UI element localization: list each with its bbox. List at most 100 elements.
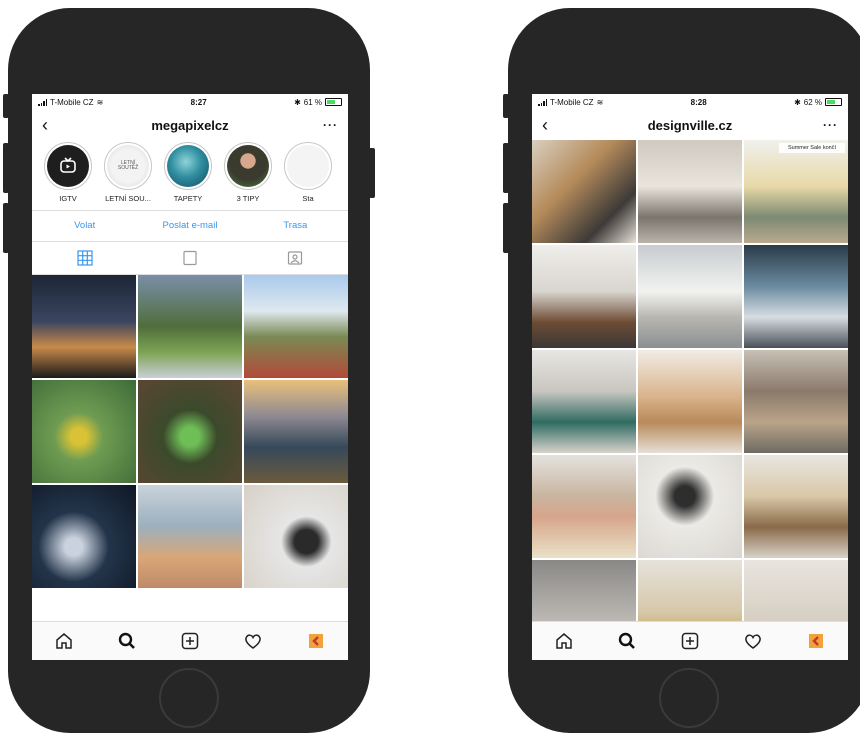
directions-button[interactable]: Trasa (243, 211, 348, 241)
bluetooth-icon: ✱ (794, 97, 801, 107)
carrier-signal: T-Mobile CZ ≋ (538, 98, 603, 107)
grid-photo[interactable] (532, 455, 636, 558)
tab-feed[interactable] (137, 242, 242, 274)
back-icon[interactable]: ‹ (42, 115, 62, 136)
screen-right: T-Mobile CZ ≋ 8:28 ✱ 62 % ‹ designville.… (532, 94, 848, 660)
phone-right: T-Mobile CZ ≋ 8:28 ✱ 62 % ‹ designville.… (503, 8, 860, 733)
wifi-icon: ≋ (96, 97, 104, 107)
grid-photo[interactable] (244, 485, 348, 588)
grid-photo[interactable] (532, 140, 636, 243)
highlight-cover: LETNÍ SOUTĚŽ (107, 145, 149, 187)
profile-avatar[interactable] (304, 629, 328, 653)
screen-left: T-Mobile CZ ≋ 8:27 ✱ 61 % ‹ megapixelcz … (32, 94, 348, 660)
profile-header: ‹ megapixelcz ··· (32, 110, 348, 140)
highlight-label: IGTV (59, 194, 77, 203)
signal-icon (38, 98, 47, 106)
grid-photo[interactable] (244, 380, 348, 483)
call-button[interactable]: Volat (32, 211, 137, 241)
highlight-partial[interactable]: Sta (282, 142, 334, 210)
grid-photo[interactable] (138, 275, 242, 378)
battery-group: ✱ 61 % (294, 98, 342, 107)
battery-group: ✱ 62 % (794, 98, 842, 107)
grid-photo[interactable] (32, 485, 136, 588)
bottom-nav (32, 621, 348, 660)
profile-avatar[interactable] (804, 629, 828, 653)
grid-photo[interactable] (138, 485, 242, 588)
grid-photo[interactable] (244, 275, 348, 378)
search-icon[interactable] (615, 629, 639, 653)
highlight-3-tipy[interactable]: 3 TIPY (222, 142, 274, 210)
highlight-tapety[interactable]: TAPETY (162, 142, 214, 210)
phone-left: T-Mobile CZ ≋ 8:27 ✱ 61 % ‹ megapixelcz … (3, 8, 375, 733)
search-icon[interactable] (115, 629, 139, 653)
status-bar: T-Mobile CZ ≋ 8:28 ✱ 62 % (532, 94, 848, 110)
highlight-cover (167, 145, 209, 187)
tagged-icon (288, 251, 303, 265)
home-icon[interactable] (552, 629, 576, 653)
igtv-icon (47, 145, 89, 187)
grid-photo[interactable] (744, 245, 848, 348)
battery-percent: 61 % (303, 97, 322, 107)
home-button[interactable] (659, 668, 719, 728)
email-button[interactable]: Poslat e-mail (137, 211, 242, 241)
back-icon[interactable]: ‹ (542, 115, 562, 136)
volume-up-button (503, 143, 509, 193)
grid-photo[interactable] (638, 140, 742, 243)
mute-switch (3, 94, 9, 118)
grid-photo[interactable] (638, 245, 742, 348)
mute-switch (503, 94, 509, 118)
status-time: 8:28 (690, 97, 707, 107)
carrier-name: T-Mobile CZ (50, 97, 94, 107)
battery-percent: 62 % (803, 97, 822, 107)
carrier-name: T-Mobile CZ (550, 97, 594, 107)
highlight-ring (44, 142, 92, 190)
grid-photo[interactable]: Summer Sale končí (744, 140, 848, 243)
grid-photo[interactable] (532, 350, 636, 453)
bottom-nav (532, 621, 848, 660)
volume-up-button (3, 143, 9, 193)
highlight-label: LETNÍ SOU... (105, 194, 151, 203)
profile-username: designville.cz (647, 117, 733, 133)
highlight-igtv[interactable]: IGTV (42, 142, 94, 210)
highlight-ring (224, 142, 272, 190)
volume-down-button (3, 203, 9, 253)
feed-icon (183, 250, 197, 266)
add-post-icon[interactable] (178, 629, 202, 653)
heart-icon[interactable] (241, 629, 265, 653)
grid-photo[interactable] (32, 380, 136, 483)
grid-photo[interactable] (744, 350, 848, 453)
bluetooth-icon: ✱ (294, 97, 301, 107)
volume-down-button (503, 203, 509, 253)
story-highlights: IGTV LETNÍ SOUTĚŽ LETNÍ SOU... TAPETY 3 … (32, 140, 348, 210)
carrier-signal: T-Mobile CZ ≋ (38, 98, 103, 107)
highlight-cover-text: LETNÍ SOUTĚŽ (117, 159, 139, 171)
grid-photo[interactable] (138, 380, 242, 483)
heart-icon[interactable] (741, 629, 765, 653)
photo-grid: Summer Sale končí (532, 140, 848, 660)
more-icon[interactable]: ··· (318, 118, 338, 132)
profile-username: megapixelcz (151, 117, 229, 133)
home-button[interactable] (159, 668, 219, 728)
grid-photo[interactable] (638, 350, 742, 453)
status-bar: T-Mobile CZ ≋ 8:27 ✱ 61 % (32, 94, 348, 110)
more-icon[interactable]: ··· (818, 118, 838, 132)
power-button (369, 148, 375, 198)
status-time: 8:27 (190, 97, 207, 107)
highlight-ring (284, 142, 332, 190)
home-icon[interactable] (52, 629, 76, 653)
highlight-cover (287, 145, 329, 187)
tab-tagged[interactable] (243, 242, 348, 274)
grid-photo[interactable] (32, 275, 136, 378)
profile-tabs (32, 242, 348, 275)
highlight-letni-soutez[interactable]: LETNÍ SOUTĚŽ LETNÍ SOU... (102, 142, 154, 210)
highlight-label: Sta (302, 194, 314, 203)
grid-photo[interactable] (744, 455, 848, 558)
add-post-icon[interactable] (678, 629, 702, 653)
contact-actions: Volat Poslat e-mail Trasa (32, 210, 348, 242)
grid-icon (77, 250, 93, 266)
battery-icon (325, 98, 342, 106)
highlight-ring (164, 142, 212, 190)
grid-photo[interactable] (638, 455, 742, 558)
grid-photo[interactable] (532, 245, 636, 348)
tab-grid[interactable] (32, 242, 137, 274)
